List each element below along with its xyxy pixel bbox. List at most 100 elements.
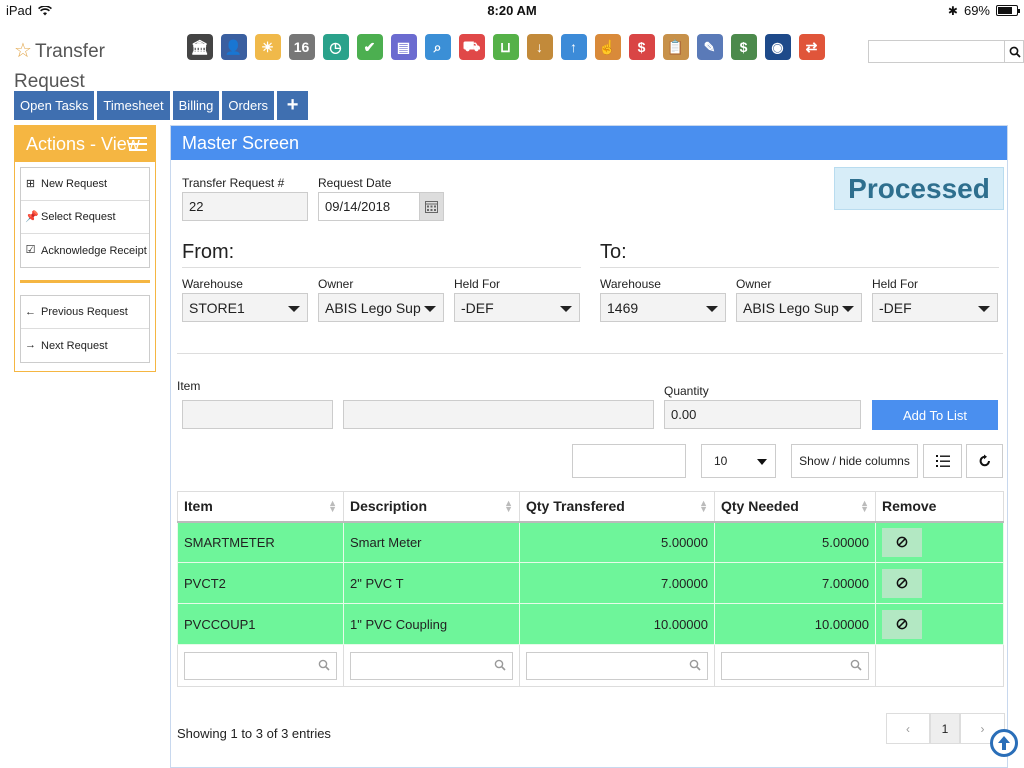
qty-transfered-filter-input[interactable] xyxy=(526,651,708,680)
book-globe-icon[interactable]: ◉ xyxy=(762,30,793,64)
remove-row-button[interactable] xyxy=(882,568,922,598)
action-acknowledge-receipt[interactable]: ☑ Acknowledge Receipt xyxy=(21,234,149,267)
open-tasks-button[interactable]: Open Tasks xyxy=(14,91,95,120)
show-hide-columns-button[interactable]: Show / hide columns xyxy=(791,444,918,478)
clipboard-icon[interactable]: 📋 xyxy=(660,30,691,64)
transfer-request-field[interactable]: 22 xyxy=(182,192,308,221)
arrow-right-icon: → xyxy=(25,339,36,351)
filter-cell xyxy=(714,644,876,687)
chevron-down-icon xyxy=(978,306,990,312)
money-icon[interactable]: $ xyxy=(728,30,759,64)
chevron-down-icon xyxy=(706,306,718,312)
calendar-picker-icon[interactable] xyxy=(419,192,444,221)
weather-icon[interactable]: ☀ xyxy=(252,30,283,64)
user-icon[interactable]: 👤 xyxy=(218,30,249,64)
master-screen-panel: Master Screen Transfer Request # 22 Requ… xyxy=(170,125,1008,768)
bank-icon[interactable]: 🏛 xyxy=(184,30,215,64)
dollar-speech-icon[interactable]: $ xyxy=(626,30,657,64)
table-row[interactable]: PVCCOUP1 1" PVC Coupling 10.00000 10.000… xyxy=(177,603,1004,645)
calendar-icon[interactable]: 16 xyxy=(286,30,317,64)
scroll-to-top-button[interactable] xyxy=(990,729,1018,757)
action-previous-request[interactable]: ← Previous Request xyxy=(21,296,149,329)
clipboard-icon-glyph: 📋 xyxy=(662,34,689,60)
remove-row-button[interactable] xyxy=(882,527,922,557)
dollar-speech-icon-glyph: $ xyxy=(628,34,655,60)
master-screen-header: Master Screen xyxy=(171,126,1007,160)
inbox-upload-icon[interactable]: ↑ xyxy=(558,30,589,64)
to-divider xyxy=(600,267,999,268)
checkmark-icon-glyph: ✔ xyxy=(356,34,383,60)
user-icon-glyph: 👤 xyxy=(220,34,247,60)
column-header-label: Qty Transfered xyxy=(526,498,625,515)
inbox-download-icon-glyph: ↓ xyxy=(526,34,553,60)
basket-icon[interactable]: ⊔ xyxy=(490,30,521,64)
add-to-list-button[interactable]: Add To List xyxy=(872,400,998,430)
column-header-item[interactable]: Item ▲ ▼ xyxy=(177,491,344,523)
pagination-page[interactable]: 1 xyxy=(930,713,960,744)
column-header-description[interactable]: Description ▲ ▼ xyxy=(343,491,520,523)
favorite-star-icon[interactable]: ☆ xyxy=(14,40,32,62)
actions-divider xyxy=(20,280,150,283)
money-icon-glyph: $ xyxy=(730,34,757,60)
battery-percent: 69% xyxy=(963,3,990,18)
search-icon[interactable]: ⌕ xyxy=(422,30,453,64)
column-order-button[interactable] xyxy=(923,444,962,478)
swap-icon[interactable]: ⇄ xyxy=(796,30,827,64)
filter-cell xyxy=(519,644,715,687)
refresh-button[interactable] xyxy=(966,444,1003,478)
request-date-field[interactable]: 09/14/2018 xyxy=(318,192,420,221)
action-next-request[interactable]: → Next Request xyxy=(21,329,149,362)
inbox-download-icon[interactable]: ↓ xyxy=(524,30,555,64)
item-code-input[interactable] xyxy=(182,400,333,429)
from-owner-select[interactable]: ABIS Lego Sup xyxy=(318,293,444,322)
to-owner-select[interactable]: ABIS Lego Sup xyxy=(736,293,862,322)
pagination-previous[interactable]: ‹ xyxy=(886,713,930,744)
column-header-qty-needed[interactable]: Qty Needed ▲ ▼ xyxy=(714,491,876,523)
to-warehouse-select[interactable]: 1469 xyxy=(600,293,726,322)
global-search-input[interactable] xyxy=(868,40,1024,63)
quantity-input[interactable]: 0.00 xyxy=(664,400,861,429)
from-warehouse-select[interactable]: STORE1 xyxy=(182,293,308,322)
register-icon[interactable]: ▤ xyxy=(388,30,419,64)
billing-button[interactable]: Billing xyxy=(172,91,220,120)
column-header-remove: Remove xyxy=(875,491,1004,523)
swap-icon-glyph: ⇄ xyxy=(798,34,825,60)
item-filter-input[interactable] xyxy=(184,651,337,680)
remove-row-button[interactable] xyxy=(882,609,922,639)
search-icon[interactable] xyxy=(1004,41,1024,62)
table-search-input[interactable] xyxy=(572,444,686,478)
arrow-up-icon xyxy=(998,736,1010,750)
column-header-label: Remove xyxy=(882,498,937,515)
table-row[interactable]: PVCT2 2" PVC T 7.00000 7.00000 xyxy=(177,562,1004,604)
checkmark-icon[interactable]: ✔ xyxy=(354,30,385,64)
orders-button[interactable]: Orders xyxy=(222,91,275,120)
qty-needed-filter-input[interactable] xyxy=(721,651,869,680)
battery-icon xyxy=(996,5,1020,16)
action-label: Acknowledge Receipt xyxy=(41,244,147,257)
clock-icon[interactable]: ◷ xyxy=(320,30,351,64)
list-numbered-icon xyxy=(935,455,950,467)
column-header-qty-transfered[interactable]: Qty Transfered ▲ ▼ xyxy=(519,491,715,523)
ban-icon xyxy=(896,577,908,589)
search-icon xyxy=(494,659,506,671)
pencil-paper-icon[interactable]: ✎ xyxy=(694,30,725,64)
add-tab-button[interactable]: + xyxy=(277,91,309,120)
item-description-input[interactable] xyxy=(343,400,654,429)
menu-icon[interactable] xyxy=(129,137,147,151)
table-row[interactable]: SMARTMETER Smart Meter 5.00000 5.00000 xyxy=(177,521,1004,563)
to-held-for-select[interactable]: -DEF xyxy=(872,293,998,322)
chevron-down-icon xyxy=(757,459,767,465)
to-owner-label: Owner xyxy=(736,277,772,291)
transfer-request-label: Transfer Request # xyxy=(182,176,285,190)
sort-icon: ▲ ▼ xyxy=(328,498,337,514)
action-new-request[interactable]: ⊞ New Request xyxy=(21,168,149,201)
pagination: ‹ 1 › xyxy=(886,713,1005,744)
truck-icon[interactable]: ⛟ xyxy=(456,30,487,64)
description-filter-input[interactable] xyxy=(350,651,513,680)
action-select-request[interactable]: 📌 Select Request xyxy=(21,201,149,234)
action-label: Previous Request xyxy=(41,306,128,318)
page-size-select[interactable]: 10 xyxy=(701,444,776,478)
from-held-for-select[interactable]: -DEF xyxy=(454,293,580,322)
timesheet-button[interactable]: Timesheet xyxy=(97,91,170,120)
hand-icon[interactable]: ☝ xyxy=(592,30,623,64)
